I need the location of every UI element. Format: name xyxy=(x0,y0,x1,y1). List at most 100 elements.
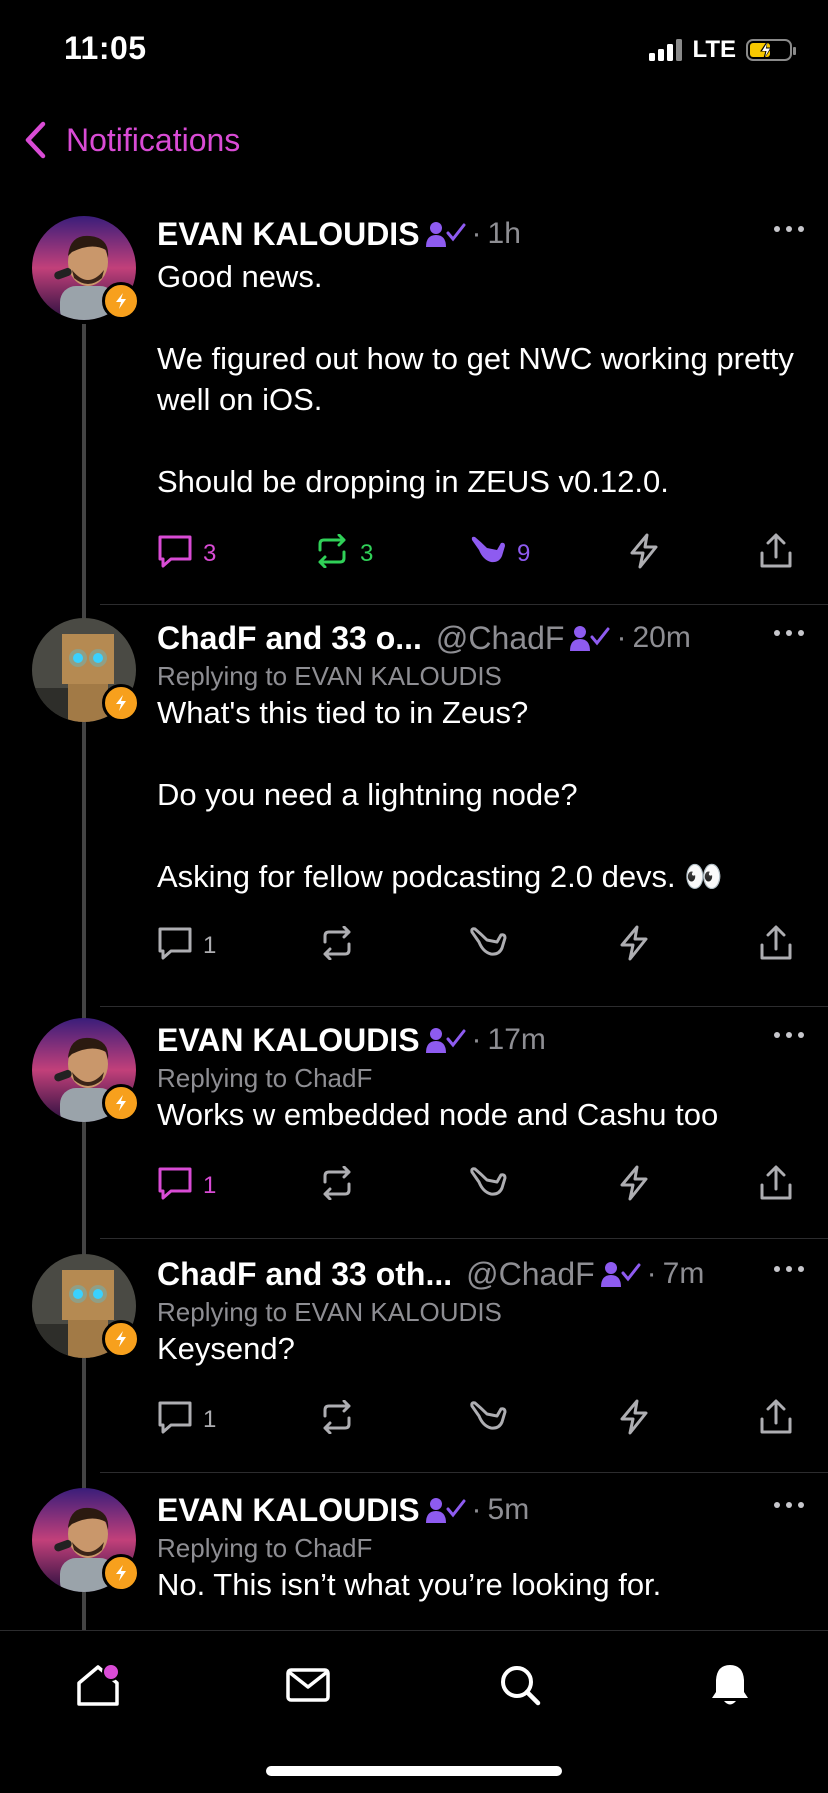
post-time: 17m xyxy=(487,1023,546,1056)
share-button[interactable] xyxy=(759,1165,793,1208)
post-text: Keysend? xyxy=(157,1331,295,1366)
author-name[interactable]: EVAN KALOUDIS xyxy=(157,1022,420,1059)
action-bar: 3 3 9 xyxy=(157,533,805,576)
repost-button[interactable] xyxy=(319,925,355,967)
repost-icon xyxy=(319,1399,355,1441)
replying-to[interactable]: Replying to EVAN KALOUDIS xyxy=(157,1296,798,1328)
reply-button[interactable]: 3 xyxy=(157,534,216,575)
shaka-icon xyxy=(469,1400,507,1441)
reply-button[interactable]: 1 xyxy=(157,926,216,967)
more-options-icon[interactable] xyxy=(774,1032,804,1038)
status-time: 11:05 xyxy=(64,30,147,66)
separator-dot: · xyxy=(471,217,482,250)
network-label: LTE xyxy=(692,36,736,63)
author-name[interactable]: EVAN KALOUDIS xyxy=(157,216,420,253)
divider xyxy=(100,1006,828,1007)
shaka-icon xyxy=(469,534,507,575)
action-bar: 1 xyxy=(157,1165,805,1208)
author-handle[interactable]: @ChadF xyxy=(466,1256,595,1293)
more-options-icon[interactable] xyxy=(774,1502,804,1508)
like-count: 9 xyxy=(517,540,531,567)
post-content: EVAN KALOUDIS · 5m Replying to ChadF No.… xyxy=(157,1488,798,1605)
repost-icon xyxy=(314,533,350,575)
replying-to[interactable]: Replying to ChadF xyxy=(157,1062,798,1094)
post-content: EVAN KALOUDIS · 17m Replying to ChadF Wo… xyxy=(157,1018,798,1135)
post-content: EVAN KALOUDIS · 1h Good news. We figured… xyxy=(157,212,798,502)
verified-icon xyxy=(425,1025,466,1055)
post-header: EVAN KALOUDIS · 5m xyxy=(157,1488,798,1532)
zap-button[interactable] xyxy=(627,533,661,576)
repost-button[interactable] xyxy=(319,1165,355,1207)
post-time: 5m xyxy=(487,1493,530,1526)
post-header: EVAN KALOUDIS · 17m xyxy=(157,1018,798,1062)
post[interactable]: EVAN KALOUDIS · 1h Good news. We figured… xyxy=(0,212,828,605)
repost-button[interactable]: 3 xyxy=(314,533,374,575)
post-time: 20m xyxy=(632,621,691,654)
verified-icon xyxy=(600,1259,641,1289)
back-chevron-icon[interactable] xyxy=(24,120,54,160)
post-header: EVAN KALOUDIS · 1h xyxy=(157,212,798,256)
author-name[interactable]: EVAN KALOUDIS xyxy=(157,1492,420,1529)
home-icon[interactable] xyxy=(70,1657,126,1713)
separator-dot: · xyxy=(471,1023,482,1056)
more-options-icon[interactable] xyxy=(774,1266,804,1272)
mail-icon[interactable] xyxy=(280,1657,336,1713)
post[interactable]: EVAN KALOUDIS · 17m Replying to ChadF Wo… xyxy=(0,1012,828,1246)
zap-badge-icon xyxy=(102,1320,140,1358)
post[interactable]: ChadF and 33 o... @ChadF · 20m Replying … xyxy=(0,616,828,1012)
reply-button[interactable]: 1 xyxy=(157,1166,216,1207)
zap-badge-icon xyxy=(102,684,140,722)
post-content: ChadF and 33 o... @ChadF · 20m Replying … xyxy=(157,616,798,897)
reply-count: 1 xyxy=(203,1172,217,1199)
more-options-icon[interactable] xyxy=(774,630,804,636)
separator-dot: · xyxy=(646,1257,657,1290)
bell-icon[interactable] xyxy=(702,1657,758,1713)
post-text: Good news. We figured out how to get NWC… xyxy=(157,259,794,499)
zap-button[interactable] xyxy=(617,1165,651,1208)
repost-count: 3 xyxy=(360,540,374,567)
verified-icon xyxy=(570,623,610,653)
shaka-icon xyxy=(469,1166,507,1207)
action-bar: 1 xyxy=(157,925,805,968)
author-name[interactable]: ChadF and 33 oth... xyxy=(157,1256,452,1293)
post-header: ChadF and 33 oth... @ChadF · 7m xyxy=(157,1252,798,1296)
reply-icon xyxy=(157,1166,193,1207)
share-button[interactable] xyxy=(759,533,793,576)
share-button[interactable] xyxy=(759,1399,793,1442)
replying-to[interactable]: Replying to ChadF xyxy=(157,1532,798,1564)
zap-icon xyxy=(617,925,651,968)
status-indicators: LTE xyxy=(649,36,796,64)
share-icon xyxy=(759,533,793,576)
nav-title[interactable]: Notifications xyxy=(66,122,240,159)
like-button[interactable]: 9 xyxy=(469,534,530,575)
post-text: What's this tied to in Zeus? Do you need… xyxy=(157,695,723,894)
reply-count: 1 xyxy=(203,1406,217,1433)
post[interactable]: EVAN KALOUDIS · 5m Replying to ChadF No.… xyxy=(0,1482,828,1632)
zap-badge-icon xyxy=(102,1554,140,1592)
post-header: ChadF and 33 o... @ChadF · 20m xyxy=(157,616,798,660)
author-name[interactable]: ChadF and 33 o... xyxy=(157,620,422,657)
search-icon[interactable] xyxy=(492,1657,548,1713)
author-handle[interactable]: @ChadF xyxy=(436,620,565,657)
separator-dot: · xyxy=(616,621,627,654)
divider xyxy=(100,604,828,605)
share-icon xyxy=(759,1165,793,1208)
zap-button[interactable] xyxy=(617,1399,651,1442)
post[interactable]: ChadF and 33 oth... @ChadF · 7m Replying… xyxy=(0,1246,828,1482)
like-button[interactable] xyxy=(469,1166,507,1207)
like-button[interactable] xyxy=(469,926,507,967)
reply-button[interactable]: 1 xyxy=(157,1400,216,1441)
share-button[interactable] xyxy=(759,925,793,968)
zap-button[interactable] xyxy=(617,925,651,968)
repost-icon xyxy=(319,1165,355,1207)
zap-icon xyxy=(627,533,661,576)
like-button[interactable] xyxy=(469,1400,507,1441)
reply-icon xyxy=(157,534,193,575)
more-options-icon[interactable] xyxy=(774,226,804,232)
repost-button[interactable] xyxy=(319,1399,355,1441)
verified-icon xyxy=(425,219,466,249)
separator-dot: · xyxy=(471,1493,482,1526)
reply-count: 3 xyxy=(203,540,217,567)
verified-icon xyxy=(425,1495,466,1525)
replying-to[interactable]: Replying to EVAN KALOUDIS xyxy=(157,660,798,692)
